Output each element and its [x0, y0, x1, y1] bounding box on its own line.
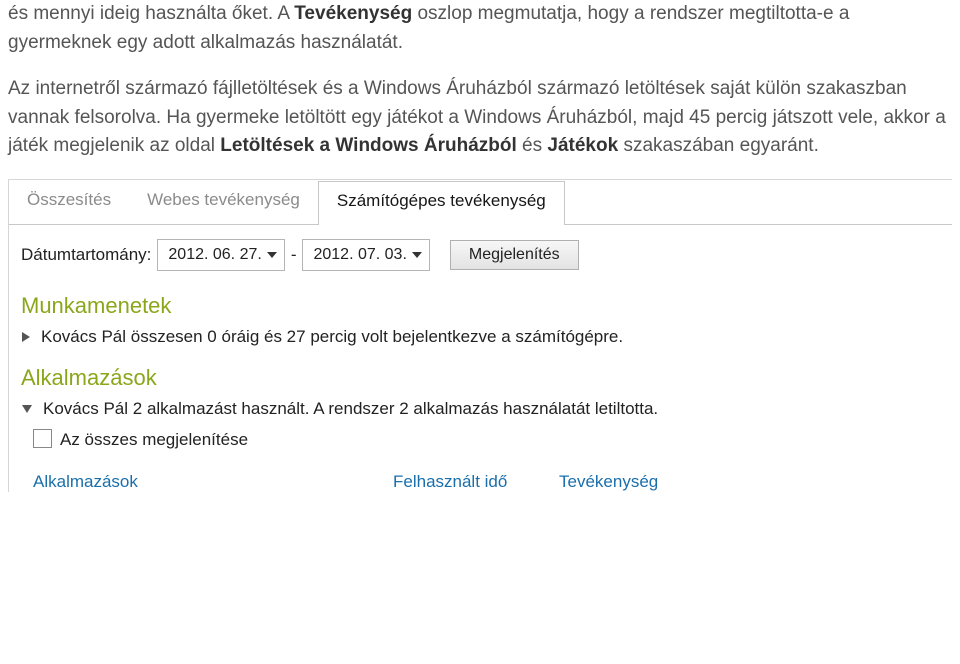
apps-summary-row[interactable]: Kovács Pál 2 alkalmazást használt. A ren… — [21, 399, 940, 419]
button-label: Megjelenítés — [469, 246, 560, 263]
chevron-down-icon — [266, 249, 278, 261]
sessions-summary-row[interactable]: Kovács Pál összesen 0 óráig és 27 percig… — [21, 327, 940, 347]
apps-summary-text: Kovács Pál 2 alkalmazást használt. A ren… — [43, 399, 658, 419]
column-header-app: Alkalmazások — [33, 472, 393, 492]
sessions-summary-text: Kovács Pál összesen 0 óráig és 27 percig… — [41, 327, 623, 347]
sessions-heading: Munkamenetek — [21, 293, 940, 319]
show-all-label: Az összes megjelenítése — [60, 430, 248, 449]
chevron-down-icon — [411, 249, 423, 261]
doc-paragraph-1: és mennyi ideig használta őket. A Tevéke… — [8, 0, 952, 57]
tab-web-activity[interactable]: Webes tevékenység — [129, 180, 318, 224]
tab-computer-activity[interactable]: Számítógépes tevékenység — [318, 181, 565, 225]
date-to-select[interactable]: 2012. 07. 03. — [302, 239, 429, 271]
date-range-row: Dátumtartomány: 2012. 06. 27. - 2012. 07… — [21, 239, 940, 271]
date-from-value: 2012. 06. 27. — [168, 246, 261, 264]
doc-paragraph-2: Az internetről származó fájlletöltések é… — [8, 75, 952, 161]
date-from-select[interactable]: 2012. 06. 27. — [157, 239, 284, 271]
text-strong: Tevékenység — [294, 3, 412, 24]
tab-summary[interactable]: Összesítés — [9, 180, 129, 224]
apps-table-header: Alkalmazások Felhasznált idő Tevékenység — [21, 472, 940, 492]
apps-heading: Alkalmazások — [21, 365, 940, 391]
tab-label: Webes tevékenység — [147, 190, 300, 209]
text: és mennyi ideig használta őket. A — [8, 3, 294, 24]
date-to-value: 2012. 07. 03. — [313, 246, 406, 264]
date-range-label: Dátumtartomány: — [21, 245, 151, 265]
tab-label: Összesítés — [27, 190, 111, 209]
text: szakaszában egyaránt. — [618, 135, 819, 156]
text-bold: Játékok — [547, 135, 618, 156]
tab-label: Számítógépes tevékenység — [337, 191, 546, 210]
text: és — [517, 135, 548, 156]
column-header-time: Felhasznált idő — [393, 472, 559, 492]
tab-bar: Összesítés Webes tevékenység Számítógépe… — [9, 180, 952, 225]
show-button[interactable]: Megjelenítés — [450, 240, 579, 270]
show-all-checkbox-row[interactable]: Az összes megjelenítése — [33, 429, 940, 450]
triangle-right-icon — [21, 331, 31, 343]
text-bold: Letöltések a Windows Áruházból — [220, 135, 516, 156]
screenshot-panel: Összesítés Webes tevékenység Számítógépe… — [8, 179, 952, 492]
checkbox-icon — [33, 429, 52, 448]
triangle-down-icon — [21, 404, 33, 414]
column-header-activity: Tevékenység — [559, 472, 658, 492]
date-range-separator: - — [291, 245, 297, 265]
